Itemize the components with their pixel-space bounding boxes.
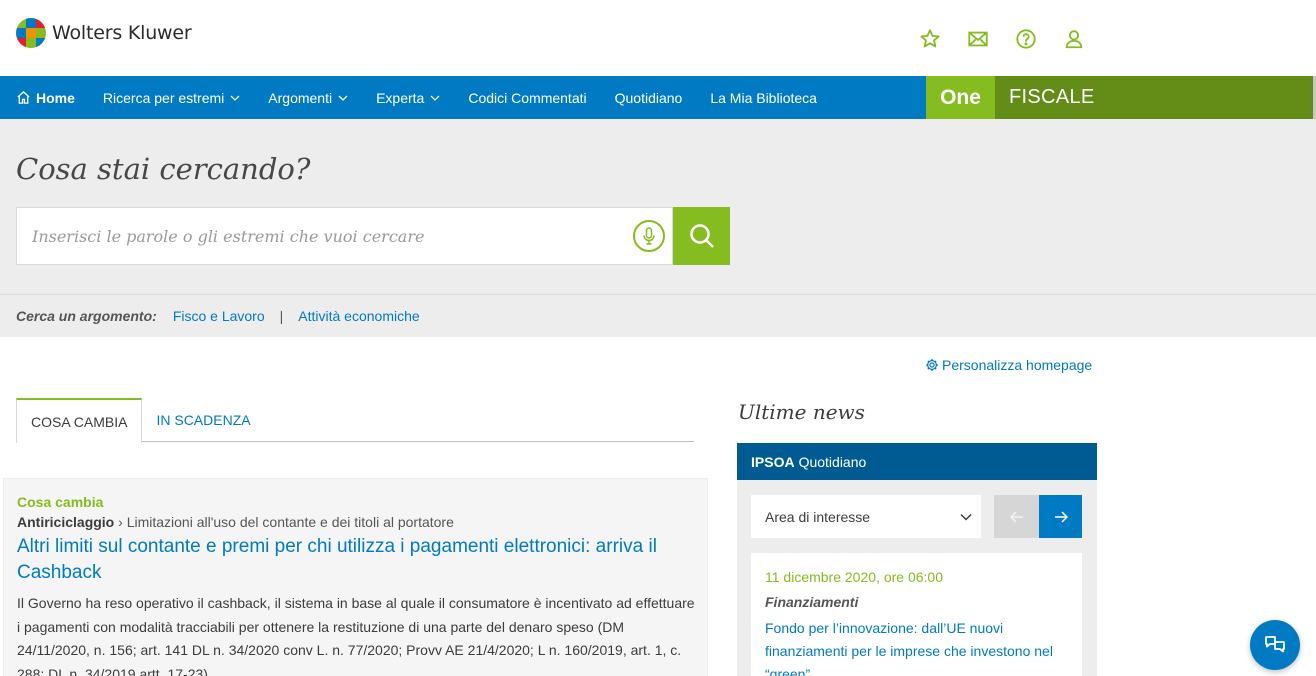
topic-link-attivita-economiche[interactable]: Attività economiche [298,308,419,324]
help-icon [1016,29,1036,49]
help-button[interactable] [1002,26,1050,52]
nav-item-home[interactable]: Home [0,76,89,119]
nav-item-codici-commentati[interactable]: Codici Commentati [454,76,600,119]
nav-item-label: Home [36,89,75,106]
nav-item-experta[interactable]: Experta [362,76,454,119]
breadcrumb-topic: Antiriciclaggio [17,514,115,530]
account-button[interactable] [1050,26,1098,52]
nav-item-label: Ricerca per estremi [102,89,225,106]
area-select-value: Area di interesse [765,508,871,525]
nav-item-argomenti[interactable]: Argomenti [254,76,362,119]
nav-item-label: Experta [376,89,425,106]
nav-item-ricerca-estremi[interactable]: Ricerca per estremi [89,76,254,119]
site-header: Wolters Kluwer [0,0,1316,76]
topic-links: Cerca un argomento: Fisco e Lavoro | Att… [16,308,420,324]
logo-mark-icon [16,18,46,48]
user-icon [1065,30,1083,49]
nav-item-label: Argomenti [268,89,333,106]
news-date: 11 dicembre 2020, ore 06:00 [765,569,943,585]
topic-separator: | [279,308,284,324]
article-breadcrumb: Antiriciclaggio › Limitazioni all'uso de… [17,514,454,530]
topic-link-fisco-lavoro[interactable]: Fisco e Lavoro [173,308,265,324]
news-headline-link[interactable]: Fondo per l’innovazione: dall’UE nuovi f… [765,617,1065,676]
topics-label: Cerca un argomento: [16,308,157,324]
mail-icon [968,31,988,47]
chevron-down-icon [960,513,972,521]
search-box [16,207,673,265]
tab-in-scadenza[interactable]: IN SCADENZA [142,398,264,442]
search-divider [0,294,1316,295]
search-section: Cosa stai cercando? Cerca un argomento: … [0,119,1316,337]
brand-one[interactable]: One [926,76,995,119]
nav-item-quotidiano[interactable]: Quotidiano [601,76,697,119]
content-tabs: COSA CAMBIA IN SCADENZA [16,398,694,443]
chevron-down-icon [430,95,440,101]
news-panel: IPSOA Quotidiano Area di interesse 11 di… [737,443,1097,676]
star-icon [920,29,940,48]
news-section-title: Ultime news [738,400,865,424]
home-icon [17,90,30,104]
article-title-link[interactable]: Altri limiti sul contante e premi per ch… [17,534,707,586]
tab-cosa-cambia[interactable]: COSA CAMBIA [16,398,143,443]
search-icon [689,224,714,248]
personalize-label: Personalizza homepage [942,357,1093,373]
search-title: Cosa stai cercando? [16,152,311,186]
nav-item-label: Quotidiano [614,89,683,106]
article-category: Cosa cambia [17,494,104,510]
favorites-button[interactable] [906,26,954,52]
brand-fiscale[interactable]: FISCALE [995,76,1316,119]
chat-icon [1265,636,1285,653]
header-icons [906,26,1098,52]
logo-text: Wolters Kluwer [52,22,192,44]
search-button[interactable] [673,207,730,265]
microphone-icon [643,227,655,245]
news-category: Finanziamenti [765,594,859,610]
messages-button[interactable] [954,26,1002,52]
arrow-right-icon [1054,510,1068,523]
chat-button[interactable] [1250,620,1300,670]
news-source-bold: IPSOA [751,453,795,470]
nav-item-label: Codici Commentati [468,89,587,106]
gear-icon [926,359,938,371]
main-nav: Home Ricerca per estremi Argomenti Exper… [0,76,1316,119]
article-card: Cosa cambia Antiriciclaggio › Limitazion… [3,478,708,676]
news-item: 11 dicembre 2020, ore 06:00 Finanziament… [751,553,1082,676]
arrow-left-icon [1009,510,1023,523]
nav-item-label: La Mia Biblioteca [710,89,817,106]
chevron-down-icon [338,95,348,101]
news-next-button[interactable] [1039,495,1082,538]
search-input[interactable] [17,208,627,264]
nav-item-mia-biblioteca[interactable]: La Mia Biblioteca [696,76,831,119]
personalize-homepage-link[interactable]: Personalizza homepage [925,357,1092,373]
voice-search-button[interactable] [633,220,665,252]
news-source-header: IPSOA Quotidiano [737,443,1097,480]
wolters-kluwer-logo[interactable]: Wolters Kluwer [16,18,192,48]
breadcrumb-separator: › [118,514,123,530]
breadcrumb-subtopic: Limitazioni all'uso del contante e dei t… [126,514,454,530]
area-interest-select[interactable]: Area di interesse [751,495,981,538]
article-body: Il Governo ha reso operativo il cashback… [17,595,695,676]
news-prev-button[interactable] [994,495,1039,538]
news-source-rest: Quotidiano [798,453,867,470]
chevron-down-icon [230,95,240,101]
